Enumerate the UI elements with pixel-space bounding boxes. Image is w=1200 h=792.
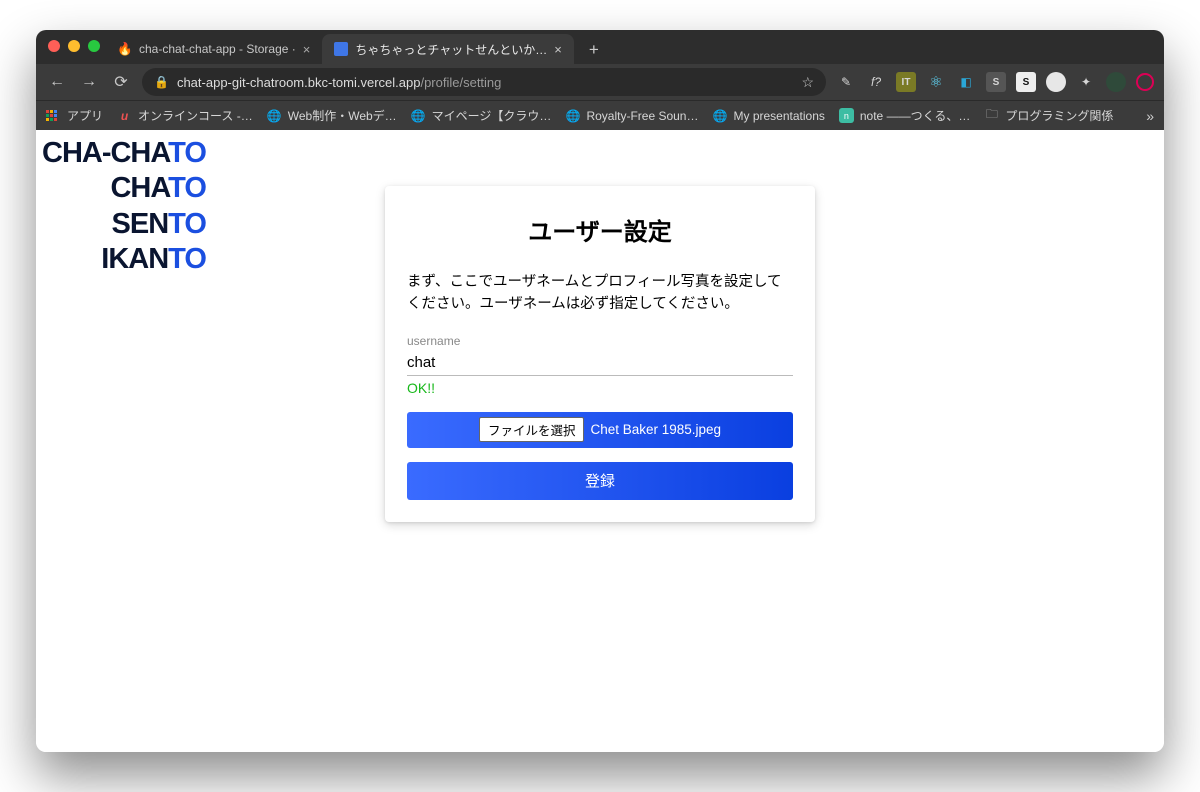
forward-button[interactable]: → <box>78 73 100 91</box>
bookmark-5[interactable]: n note ――つくる、… <box>839 107 970 124</box>
tab-0[interactable]: 🔥 cha-chat-chat-app - Storage · × <box>106 34 322 64</box>
globe-icon: 🌐 <box>712 109 727 123</box>
wand-icon[interactable]: ✎ <box>836 72 856 92</box>
close-tab-icon[interactable]: × <box>554 42 562 57</box>
logo-line-2: CHATO <box>42 171 206 206</box>
reload-button[interactable]: ⟳ <box>110 72 132 92</box>
url-host: chat-app-git-chatroom.bkc-tomi.vercel.ap… <box>177 75 421 90</box>
logo-line-4: IKANTO <box>42 242 206 277</box>
back-button[interactable]: ← <box>46 73 68 91</box>
s-badge-white-icon[interactable]: S <box>1016 72 1036 92</box>
bookmark-overflow[interactable]: » <box>1146 108 1154 124</box>
bookmark-label: マイページ【クラウ… <box>432 107 552 124</box>
choose-file-button[interactable]: ファイルを選択 <box>479 417 585 442</box>
minimize-window[interactable] <box>68 40 80 52</box>
folder-icon: 🗀 <box>984 105 999 126</box>
url-text: chat-app-git-chatroom.bkc-tomi.vercel.ap… <box>177 75 793 90</box>
react-devtools-icon[interactable]: ⚛ <box>926 72 946 92</box>
tab-title: cha-chat-chat-app - Storage · <box>139 42 296 56</box>
bookmark-star-icon[interactable]: ☆ <box>801 74 814 91</box>
bookmark-label: プログラミング関係 <box>1005 107 1113 124</box>
udemy-icon: u <box>117 109 132 123</box>
browser-chrome: 🔥 cha-chat-chat-app - Storage · × ちゃちゃっと… <box>36 30 1164 130</box>
globe-icon: 🌐 <box>565 109 580 123</box>
page-content: CHA-CHATO CHATO SENTO IKANTO ユーザー設定 まず、こ… <box>36 130 1164 752</box>
lock-icon: 🔒 <box>154 75 169 89</box>
submit-button[interactable]: 登録 <box>407 462 793 500</box>
close-tab-icon[interactable]: × <box>303 42 311 57</box>
avatar-icon[interactable] <box>1106 72 1126 92</box>
new-tab-button[interactable]: + <box>580 36 608 64</box>
username-input[interactable] <box>407 350 793 376</box>
extension-icons: ✎ f? IT ⚛ ◧ S S ✦ <box>836 72 1154 92</box>
note-icon: n <box>839 108 854 123</box>
card-title: ユーザー設定 <box>407 212 793 247</box>
bookmark-3[interactable]: 🌐 Royalty-Free Soun… <box>565 109 698 123</box>
bookmark-4[interactable]: 🌐 My presentations <box>712 109 824 123</box>
address-bar[interactable]: 🔒 chat-app-git-chatroom.bkc-tomi.vercel.… <box>142 68 826 96</box>
chosen-file-name: Chet Baker 1985.jpeg <box>590 422 721 437</box>
apps-label: アプリ <box>67 107 103 124</box>
logo-line-1: CHA-CHATO <box>42 136 206 171</box>
bookmark-6[interactable]: 🗀 プログラミング関係 <box>984 105 1113 126</box>
bookmark-label: オンラインコース -… <box>138 107 253 124</box>
f-question-icon[interactable]: f? <box>866 72 886 92</box>
favicon-page-icon <box>334 42 348 56</box>
bookmarks-bar: アプリ u オンラインコース -… 🌐 Web制作・Webデ… 🌐 マイページ【クラウ… <box>36 100 1164 130</box>
apps-shortcut[interactable]: アプリ <box>46 107 103 124</box>
s-badge-icon[interactable]: S <box>986 72 1006 92</box>
window-controls <box>48 40 100 52</box>
close-window[interactable] <box>48 40 60 52</box>
logo-line-3: SENTO <box>42 207 206 242</box>
globe-icon: 🌐 <box>267 109 282 123</box>
bookmark-2[interactable]: 🌐 マイページ【クラウ… <box>411 107 552 124</box>
tab-1[interactable]: ちゃちゃっとチャットせんといか… × <box>322 34 573 64</box>
vpn-ring-icon[interactable] <box>1136 73 1154 91</box>
maximize-window[interactable] <box>88 40 100 52</box>
username-label: username <box>407 334 793 348</box>
browser-window: 🔥 cha-chat-chat-app - Storage · × ちゃちゃっと… <box>36 30 1164 752</box>
moon-icon[interactable] <box>1046 72 1066 92</box>
bookmark-label: My presentations <box>733 109 824 123</box>
favicon-firebase-icon: 🔥 <box>118 42 132 56</box>
bookmark-1[interactable]: 🌐 Web制作・Webデ… <box>267 107 397 124</box>
bookmark-label: Web制作・Webデ… <box>288 107 397 124</box>
tab-strip: 🔥 cha-chat-chat-app - Storage · × ちゃちゃっと… <box>36 30 1164 64</box>
cube-icon[interactable]: ◧ <box>956 72 976 92</box>
puzzle-icon[interactable]: ✦ <box>1076 72 1096 92</box>
bookmark-label: note ――つくる、… <box>860 107 970 124</box>
card-description: まず、ここでユーザネームとプロフィール写真を設定してください。ユーザネームは必ず… <box>407 271 793 316</box>
user-settings-card: ユーザー設定 まず、ここでユーザネームとプロフィール写真を設定してください。ユー… <box>385 186 815 522</box>
globe-icon: 🌐 <box>411 109 426 123</box>
status-ok: OK!! <box>407 380 793 396</box>
bookmark-label: Royalty-Free Soun… <box>586 109 698 123</box>
apps-grid-icon <box>46 110 61 121</box>
it-badge-icon[interactable]: IT <box>896 72 916 92</box>
url-path: /profile/setting <box>420 75 501 90</box>
site-logo: CHA-CHATO CHATO SENTO IKANTO <box>42 136 206 278</box>
bookmark-0[interactable]: u オンラインコース -… <box>117 107 253 124</box>
file-upload-bar: ファイルを選択 Chet Baker 1985.jpeg <box>407 412 793 448</box>
tab-title: ちゃちゃっとチャットせんといか… <box>355 41 547 58</box>
toolbar: ← → ⟳ 🔒 chat-app-git-chatroom.bkc-tomi.v… <box>36 64 1164 100</box>
